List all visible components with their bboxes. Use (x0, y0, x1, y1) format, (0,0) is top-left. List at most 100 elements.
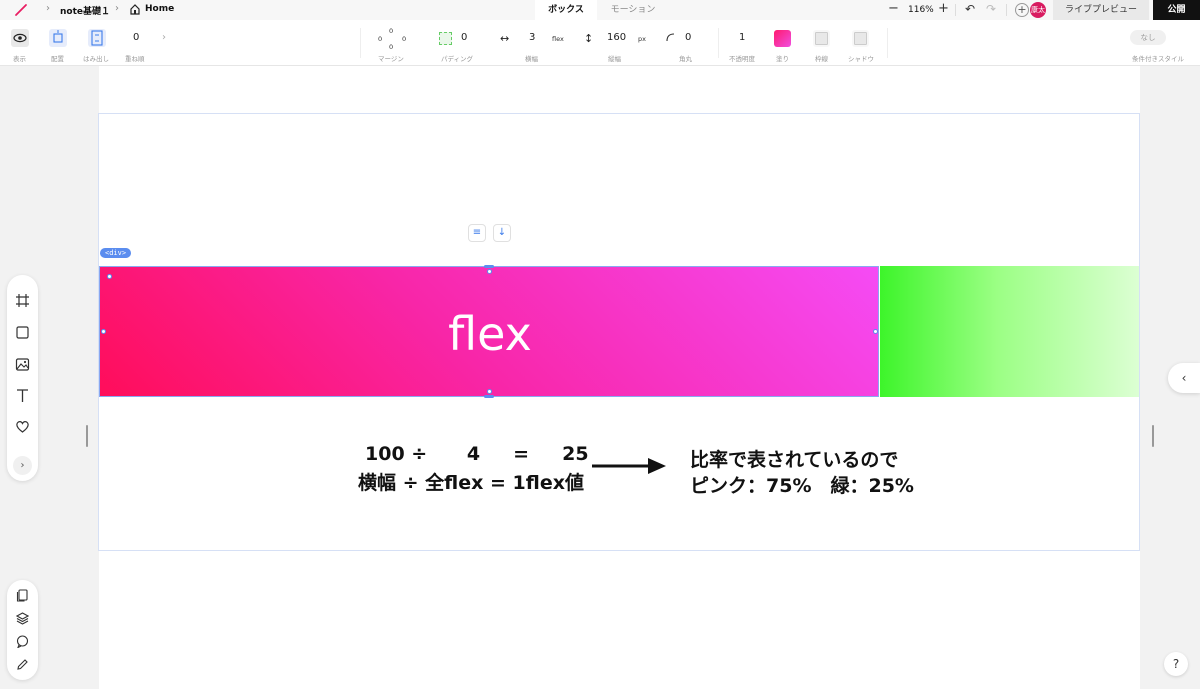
resize-handle[interactable] (484, 265, 494, 268)
bottom-tools (7, 580, 38, 680)
result-line-2: ピンク：75% 緑：25% (690, 475, 914, 497)
comment-icon[interactable] (16, 635, 29, 648)
undo-icon[interactable]: ↶ (965, 2, 975, 16)
frame-icon[interactable] (15, 293, 30, 308)
more-tools-button[interactable]: › (13, 456, 32, 475)
resize-handle[interactable] (107, 274, 112, 279)
fill-label: 塗り (776, 55, 789, 63)
square-icon[interactable] (15, 325, 30, 340)
overflow-label: はみ出し (83, 55, 109, 63)
eye-icon (13, 33, 27, 43)
mode-tabs: ボックス モーション (535, 0, 669, 20)
margin-right[interactable]: 0 (402, 35, 406, 43)
resize-handle[interactable] (101, 329, 106, 334)
opacity-label: 不透明度 (729, 55, 755, 63)
display-label: 表示 (13, 55, 26, 63)
zoom-out-button[interactable]: − (888, 1, 899, 16)
conditional-style-select[interactable]: なし (1130, 30, 1166, 45)
publish-button[interactable]: 公開 (1153, 0, 1200, 20)
pen-icon[interactable] (16, 658, 29, 671)
overflow-button[interactable] (88, 29, 106, 47)
image-icon[interactable] (15, 357, 30, 372)
zoom-in-button[interactable]: + (938, 1, 949, 16)
corner-radius-icon (666, 33, 675, 42)
align-button[interactable]: ≡ (468, 224, 486, 242)
resize-handle[interactable] (873, 329, 878, 334)
radius-input[interactable]: 0 (685, 32, 691, 43)
logo-icon[interactable] (14, 3, 28, 17)
height-label: 縦幅 (608, 55, 621, 63)
height-input[interactable]: 160 (607, 32, 626, 43)
width-label: 横幅 (525, 55, 538, 63)
border-swatch[interactable] (813, 30, 830, 47)
border-label: 枠線 (815, 55, 828, 63)
breadcrumb-page[interactable]: Home (145, 4, 174, 14)
tab-box[interactable]: ボックス (535, 0, 597, 20)
chevron-right-icon: › (46, 3, 50, 14)
move-down-button[interactable]: ↓ (493, 224, 511, 242)
z-order-input[interactable]: 0 (133, 32, 139, 43)
equation-line-1: 100 ÷ 4 = 25 (365, 443, 589, 465)
margin-top[interactable]: 0 (389, 27, 393, 35)
divider (887, 28, 888, 58)
z-order-label: 重ね順 (125, 55, 145, 63)
width-input[interactable]: 3 (529, 32, 535, 43)
margin-bottom[interactable]: 0 (389, 43, 393, 51)
display-toggle[interactable] (11, 29, 29, 47)
chevron-right-icon: › (115, 3, 119, 14)
margin-label: マージン (378, 55, 404, 63)
result-line-1: 比率で表されているので (690, 449, 899, 471)
redo-icon[interactable]: ↷ (986, 2, 996, 16)
shadow-label: シャドウ (848, 55, 874, 63)
height-icon: ↕ (584, 32, 594, 45)
padding-label: パディング (441, 55, 474, 63)
fill-swatch[interactable] (774, 30, 791, 47)
overflow-icon (91, 30, 103, 46)
divider (718, 28, 719, 58)
divider (360, 28, 361, 58)
divider (955, 4, 956, 16)
resize-handle[interactable] (487, 389, 492, 394)
avatar[interactable]: 康太 (1030, 2, 1046, 18)
arrow-icon (592, 458, 666, 474)
green-flex-box[interactable] (880, 266, 1139, 397)
width-unit[interactable]: flex (552, 35, 564, 43)
padding-input[interactable]: 0 (461, 32, 467, 43)
zoom-level[interactable]: 116% (908, 5, 934, 15)
property-toolbar: 表示 配置 はみ出し 0 重ね順 › 0 0 0 0 マージン 0 パディング … (0, 20, 1200, 66)
help-icon[interactable]: ? (1164, 652, 1188, 676)
placement-button[interactable] (49, 29, 67, 47)
pages-icon[interactable] (16, 589, 29, 602)
chevron-right-icon[interactable]: › (162, 32, 166, 43)
breadcrumb-project[interactable]: note基礎１ (60, 4, 110, 17)
placement-icon (53, 30, 63, 43)
conditional-style-label: 条件付きスタイル (1132, 55, 1184, 63)
width-icon: ↔ (500, 32, 510, 45)
pink-flex-box[interactable]: flex (99, 266, 879, 397)
live-preview-button[interactable]: ライブプレビュー (1053, 0, 1149, 20)
text-icon[interactable] (15, 388, 30, 403)
equation-line-2: 横幅 ÷ 全flex = 1flex値 (358, 472, 584, 494)
height-unit[interactable]: px (638, 35, 646, 43)
padding-icon (439, 32, 452, 45)
opacity-input[interactable]: 1 (739, 32, 745, 43)
element-tag[interactable]: <div> (100, 248, 132, 258)
layers-icon[interactable] (16, 612, 29, 625)
resize-handle[interactable] (487, 269, 492, 274)
left-resize-grip[interactable] (86, 425, 88, 447)
add-user-button[interactable]: + (1015, 3, 1029, 17)
divider (1006, 4, 1007, 16)
top-bar: › note基礎１ › Home ボックス モーション − 116% + ↶ ↷… (0, 0, 1200, 20)
margin-left[interactable]: 0 (378, 35, 382, 43)
flex-label: flex (448, 307, 532, 361)
placement-label: 配置 (51, 55, 64, 63)
tab-motion[interactable]: モーション (597, 0, 669, 20)
radius-label: 角丸 (679, 55, 692, 63)
shadow-swatch[interactable] (852, 30, 869, 47)
resize-handle[interactable] (484, 395, 494, 398)
right-panel-toggle[interactable]: ‹ (1168, 363, 1200, 393)
right-resize-grip[interactable] (1152, 425, 1154, 447)
insert-toolbar: › (7, 275, 38, 481)
heart-icon[interactable] (15, 419, 30, 434)
home-icon (130, 4, 140, 15)
